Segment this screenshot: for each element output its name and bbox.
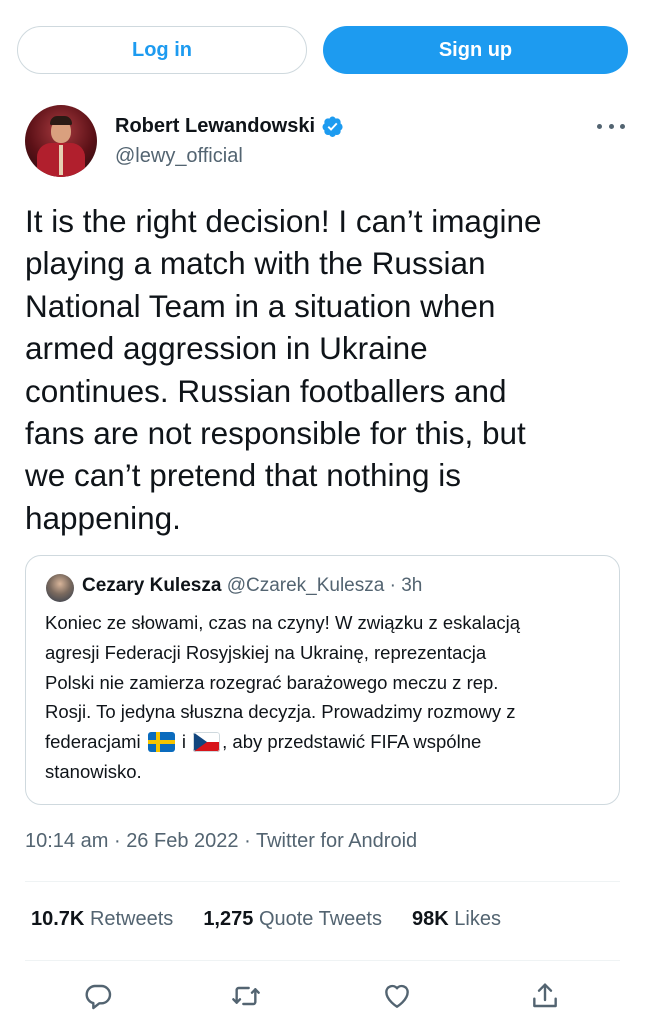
quote-line: Polski nie zamierza rozegrać barażowego … (45, 671, 499, 693)
quote-line: Koniec ze słowami, czas na czyny! W zwią… (45, 612, 521, 633)
tweet-line: we can’t pretend that nothing is (25, 457, 462, 494)
tweet-line: happening. (25, 499, 181, 536)
reply-icon[interactable] (82, 980, 114, 1012)
quote-line: stanowisko. (45, 760, 142, 782)
tweet-line: It is the right decision! I can’t imagin… (25, 203, 542, 239)
tweet-text: It is the right decision! I can’t imagin… (25, 200, 625, 539)
share-icon[interactable] (529, 980, 561, 1012)
quoted-tweet[interactable]: Cezary Kulesza @Czarek_Kulesza · 3h Koni… (25, 555, 620, 805)
tweet-timestamp: 10:14 am · 26 Feb 2022 · Twitter for And… (25, 830, 417, 853)
author-handle[interactable]: @lewy_official (115, 145, 243, 168)
quote-text: Koniec ze słowami, czas na czyny! W zwią… (45, 608, 605, 787)
sweden-flag-icon (147, 732, 175, 753)
quote-line: agresji Federacji Rosyjskiej na Ukrainę,… (45, 641, 487, 663)
tweet-date[interactable]: 26 Feb 2022 (126, 830, 238, 852)
czech-flag-icon (193, 732, 221, 753)
quote-tweets-stat[interactable]: 1,275 Quote Tweets (203, 908, 382, 931)
quote-line: Rosji. To jedyna słuszna decyzja. Prowad… (45, 701, 516, 723)
tweet-author: Robert Lewandowski @lewy_official (25, 105, 625, 180)
quote-text-part: , aby przedstawić FIFA wspólne (222, 731, 482, 753)
more-icon[interactable] (597, 115, 625, 137)
avatar[interactable] (25, 105, 97, 177)
author-name-row[interactable]: Robert Lewandowski (115, 115, 344, 138)
quote-time: 3h (401, 575, 423, 596)
quote-separator: · (389, 575, 396, 596)
meta-separator: · (244, 830, 251, 852)
quote-text-part: i (176, 731, 192, 753)
tweet-actions (0, 972, 645, 1022)
quote-text-part: federacjami (45, 731, 146, 753)
divider (25, 881, 620, 882)
tweet-stats: 10.7K Retweets 1,275 Quote Tweets 98K Li… (31, 908, 501, 931)
quote-author-name: Cezary Kulesza (82, 575, 222, 596)
tweet-line: continues. Russian footballers and (25, 372, 507, 409)
retweet-icon[interactable] (230, 980, 262, 1012)
auth-bar: Log in Sign up (0, 0, 645, 100)
quote-author-handle: @Czarek_Kulesza (226, 575, 385, 596)
verified-badge-icon (322, 116, 343, 137)
tweet-source[interactable]: Twitter for Android (256, 830, 417, 852)
tweet-line: armed aggression in Ukraine (25, 330, 428, 367)
retweets-stat[interactable]: 10.7K Retweets (31, 908, 173, 931)
quote-avatar (46, 574, 74, 602)
quote-header: Cezary Kulesza @Czarek_Kulesza · 3h (82, 575, 422, 597)
author-name[interactable]: Robert Lewandowski (115, 115, 315, 138)
signup-button[interactable]: Sign up (323, 26, 628, 74)
tweet-line: National Team in a situation when (25, 287, 496, 324)
quote-line: federacjami i , aby przedstawić FIFA wsp… (45, 727, 605, 757)
login-button[interactable]: Log in (17, 26, 307, 74)
meta-separator: · (113, 830, 121, 852)
tweet-time[interactable]: 10:14 am (25, 830, 108, 852)
like-icon[interactable] (381, 980, 413, 1012)
tweet-line: playing a match with the Russian (25, 245, 486, 282)
tweet-line: fans are not responsible for this, but (25, 415, 526, 452)
divider (25, 960, 620, 961)
likes-stat[interactable]: 98K Likes (412, 908, 501, 931)
